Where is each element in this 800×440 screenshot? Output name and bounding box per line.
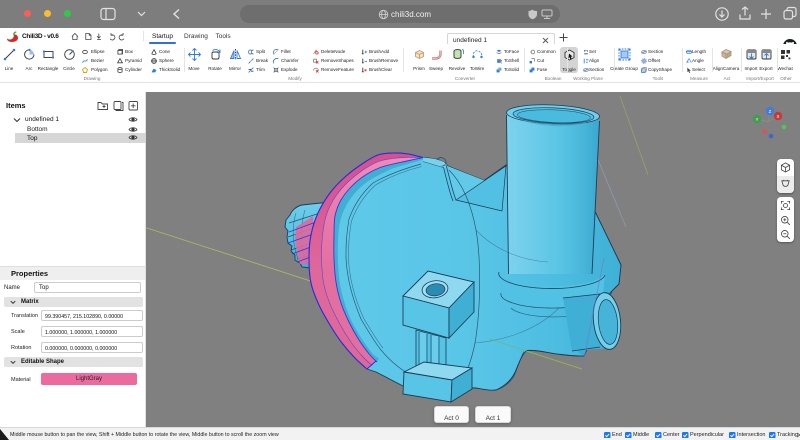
svg-text:X: X — [776, 114, 779, 119]
svg-text:Z: Z — [769, 109, 772, 114]
svg-text:Y: Y — [755, 117, 758, 122]
